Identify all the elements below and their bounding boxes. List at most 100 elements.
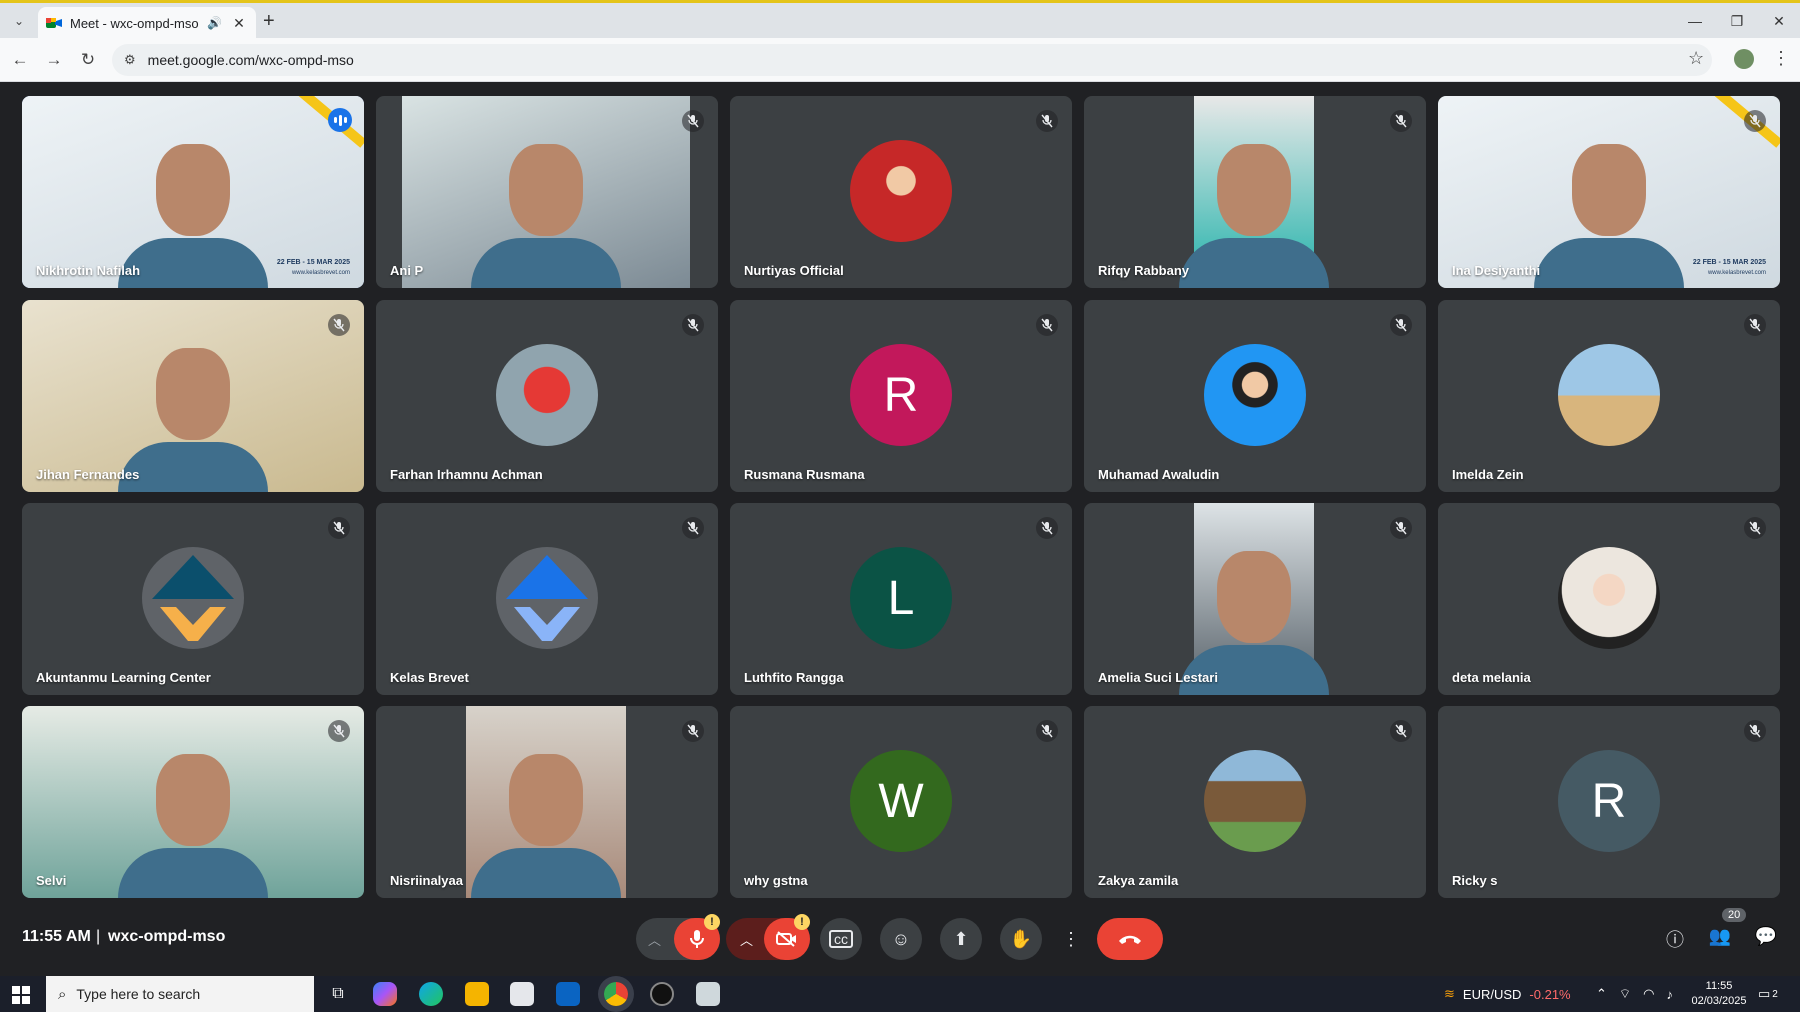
notification-count: 2: [1772, 988, 1778, 1000]
tray-overflow-chevron-icon[interactable]: ⌃: [1596, 986, 1607, 1002]
participant-tile[interactable]: deta melania: [1438, 503, 1780, 695]
screen-recorder-icon[interactable]: [650, 982, 674, 1006]
reactions-button[interactable]: ☺: [880, 918, 922, 960]
participant-name: Jihan Fernandes: [36, 467, 140, 482]
notifications-button[interactable]: ▭ 2: [1758, 976, 1778, 1012]
mic-muted-icon: [682, 720, 704, 742]
tab-audio-speaker-icon[interactable]: 🔊: [207, 16, 222, 30]
video-options-chevron-icon[interactable]: ︿: [740, 930, 753, 949]
outlook-icon[interactable]: [556, 982, 580, 1006]
participant-video: [1179, 503, 1329, 695]
meeting-info-icon[interactable]: ⓘ: [1662, 926, 1688, 952]
chrome-icon[interactable]: [604, 982, 628, 1006]
ticker-change: -0.21%: [1529, 986, 1571, 1002]
reload-icon[interactable]: ↻: [76, 48, 100, 72]
participant-tile[interactable]: Farhan Irhamnu Achman: [376, 300, 718, 492]
participant-tile[interactable]: Zakya zamila: [1084, 706, 1426, 898]
profile-avatar-icon[interactable]: [1734, 49, 1754, 69]
windows-start-icon[interactable]: [12, 986, 30, 1004]
participant-name: why gstna: [744, 873, 808, 888]
participant-tile[interactable]: Jihan Fernandes: [22, 300, 364, 492]
taskbar-clock[interactable]: 11:55 02/03/2025: [1690, 979, 1748, 1009]
forward-arrow-icon[interactable]: →: [42, 48, 66, 72]
participant-video: [22, 300, 364, 492]
edge-browser-icon[interactable]: [419, 982, 443, 1006]
participant-tile[interactable]: 22 FEB - 15 MAR 2025 www.kelasbrevet.com I…: [1438, 96, 1780, 288]
restore-icon[interactable]: ❐: [1716, 3, 1758, 39]
person-silhouette: [509, 144, 583, 236]
participant-tile[interactable]: Nisriinalyaa: [376, 706, 718, 898]
minimize-icon[interactable]: —: [1674, 3, 1716, 39]
participant-tile[interactable]: Wwhy gstna: [730, 706, 1072, 898]
people-icon[interactable]: 👥: [1707, 926, 1733, 947]
mic-muted-icon: [1744, 517, 1766, 539]
mic-muted-icon: [1036, 110, 1058, 132]
participant-tile[interactable]: Akuntanmu Learning Center: [22, 503, 364, 695]
participant-tile[interactable]: Imelda Zein: [1438, 300, 1780, 492]
participant-tile[interactable]: Amelia Suci Lestari: [1084, 503, 1426, 695]
emoji-icon: ☺: [891, 928, 911, 949]
tab-search-chevron-icon[interactable]: ⌄: [8, 10, 30, 32]
participant-tile[interactable]: 22 FEB - 15 MAR 2025 www.kelasbrevet.com N…: [22, 96, 364, 288]
volume-icon[interactable]: ♪: [1666, 987, 1673, 1002]
wifi-icon[interactable]: ◠: [1643, 986, 1654, 1002]
browser-tab-meet[interactable]: Meet - wxc-ompd-mso 🔊 ✕: [38, 7, 256, 39]
mic-muted-icon: [682, 517, 704, 539]
avatar-letter: W: [850, 750, 952, 852]
new-tab-plus-icon[interactable]: +: [263, 11, 275, 31]
close-window-icon[interactable]: ✕: [1758, 3, 1800, 39]
participant-tile[interactable]: Nurtiyas Official: [730, 96, 1072, 288]
forex-ticker[interactable]: ≋ EUR/USD -0.21%: [1444, 976, 1571, 1012]
slide-date-range: 22 FEB - 15 MAR 2025: [1692, 259, 1766, 266]
avatar-photo: [1204, 750, 1306, 852]
participant-tile[interactable]: R Ricky s: [1438, 706, 1780, 898]
back-arrow-icon[interactable]: ←: [8, 48, 32, 72]
participant-tile[interactable]: Kelas Brevet: [376, 503, 718, 695]
tab-close-icon[interactable]: ✕: [230, 15, 248, 32]
network-icon[interactable]: ⌔: [1619, 986, 1631, 1002]
participant-name: Muhamad Awaludin: [1098, 467, 1220, 482]
participant-tile[interactable]: Muhamad Awaludin: [1084, 300, 1426, 492]
audio-options-chevron-icon[interactable]: ︿: [648, 930, 661, 949]
captions-button[interactable]: cc: [820, 918, 862, 960]
file-explorer-icon[interactable]: [465, 982, 489, 1006]
person-silhouette: [1217, 551, 1291, 643]
speaking-indicator-icon: [328, 108, 352, 132]
browser-menu-icon[interactable]: ⋮: [1772, 48, 1790, 69]
site-info-icon[interactable]: ⚙: [124, 52, 136, 68]
raise-hand-button[interactable]: ✋: [1000, 918, 1042, 960]
clock-time: 11:55: [1705, 980, 1733, 992]
more-options-button[interactable]: ⋮: [1056, 918, 1086, 960]
participant-grid: 22 FEB - 15 MAR 2025 www.kelasbrevet.com N…: [22, 96, 1780, 900]
participant-tile[interactable]: L Luthfito Rangga: [730, 503, 1072, 695]
chat-icon[interactable]: 💬: [1753, 926, 1779, 947]
browser-tab-bar: ⌄ Meet - wxc-ompd-mso 🔊 ✕ + — ❐ ✕: [0, 0, 1800, 39]
participant-name: Kelas Brevet: [390, 670, 469, 685]
copilot-icon[interactable]: [373, 982, 397, 1006]
participant-name: Nikhrotin Nafilah: [36, 263, 141, 278]
more-vert-icon: ⋮: [1062, 928, 1080, 949]
participant-name: Zakya zamila: [1098, 873, 1179, 888]
microsoft-store-icon[interactable]: [510, 982, 534, 1006]
windows-taskbar: ⌕ Type here to search ⧉ ≋ EUR/USD -0.21%…: [0, 976, 1800, 1012]
present-screen-button[interactable]: ⬆: [940, 918, 982, 960]
participant-tile[interactable]: R Rusmana Rusmana: [730, 300, 1072, 492]
leave-call-button[interactable]: [1097, 918, 1163, 960]
participant-tile[interactable]: Rifqy Rabbany: [1084, 96, 1426, 288]
participant-tile[interactable]: Ani P: [376, 96, 718, 288]
avatar-letter: R: [850, 344, 952, 446]
taskbar-search-placeholder: Type here to search: [76, 986, 201, 1002]
mic-muted-icon: [1390, 110, 1412, 132]
bookmark-star-icon[interactable]: ☆: [1688, 48, 1704, 69]
avatar-letter: L: [850, 547, 952, 649]
participant-tile[interactable]: Selvi: [22, 706, 364, 898]
notification-icon: ▭: [1758, 986, 1771, 1001]
participant-name: Luthfito Rangga: [744, 670, 844, 685]
task-view-icon[interactable]: ⧉: [326, 982, 350, 1006]
avatar-photo: [1558, 547, 1660, 649]
participant-name: Rusmana Rusmana: [744, 467, 865, 482]
address-bar[interactable]: ⚙ meet.google.com/wxc-ompd-mso: [112, 44, 1712, 76]
notepad-app-icon[interactable]: [696, 982, 720, 1006]
taskbar-search-input[interactable]: ⌕ Type here to search: [46, 976, 314, 1012]
participant-name: Farhan Irhamnu Achman: [390, 467, 543, 482]
